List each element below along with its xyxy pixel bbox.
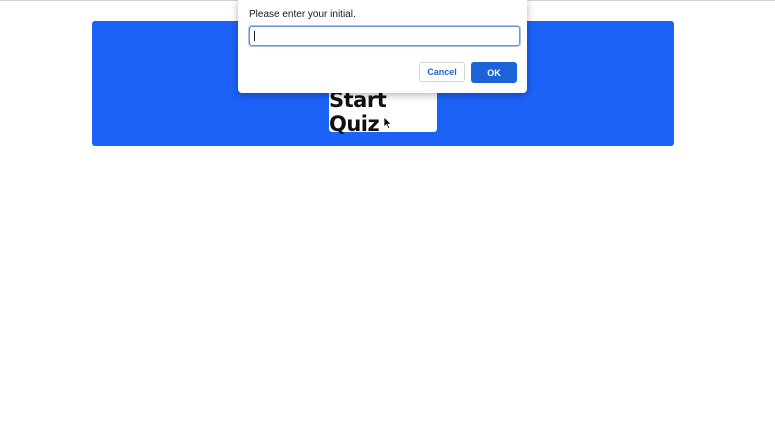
initial-input[interactable] bbox=[249, 26, 520, 46]
mouse-pointer-icon bbox=[383, 116, 393, 130]
cancel-button[interactable]: Cancel bbox=[419, 62, 465, 82]
page: Start Quiz Please enter your initial. Ca… bbox=[0, 0, 775, 440]
text-caret bbox=[254, 31, 255, 41]
prompt-dialog: Please enter your initial. Cancel OK bbox=[238, 0, 527, 93]
dialog-message: Please enter your initial. bbox=[249, 9, 356, 20]
ok-button[interactable]: OK bbox=[471, 62, 517, 83]
